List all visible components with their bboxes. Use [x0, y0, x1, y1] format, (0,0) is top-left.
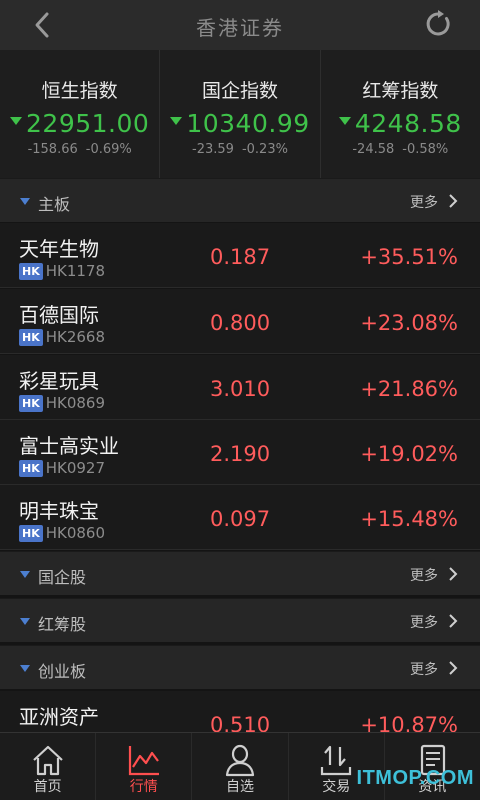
stock-change: +21.86% [360, 377, 458, 401]
more-link[interactable]: 更多 [410, 565, 438, 585]
section-label: 主板 [38, 195, 71, 214]
person-icon [225, 744, 255, 777]
more-link[interactable]: 更多 [410, 192, 438, 212]
section-label: 红筹股 [38, 615, 87, 634]
stock-name: 百德国际 [19, 303, 99, 327]
index-change: -158.66 -0.69% [27, 142, 132, 157]
tab-watchlist[interactable]: 自选 [191, 733, 287, 800]
home-icon [32, 745, 63, 776]
section-header-gem[interactable]: 创业板 更多 [0, 645, 480, 689]
index-value: 4248.58 [321, 109, 480, 138]
down-triangle-icon [338, 117, 351, 125]
hk-badge: HK [19, 459, 43, 477]
section-label: 创业板 [38, 662, 87, 681]
more-link[interactable]: 更多 [410, 659, 438, 679]
trade-icon [321, 745, 352, 776]
watermark-text: ITMOP.COM [356, 767, 474, 789]
stock-code: HK HK1178 [19, 262, 105, 280]
collapse-triangle-icon [20, 665, 30, 672]
index-panel: 恒生指数 22951.00 -158.66 -0.69% 国企指数 10340.9… [0, 50, 480, 178]
tab-label: 行情 [129, 779, 158, 795]
stock-name: 亚洲资产 [19, 705, 99, 729]
stock-price: 2.190 [210, 442, 271, 466]
chevron-right-icon [449, 661, 458, 675]
index-name: 红筹指数 [362, 80, 439, 102]
stock-code: HK HK0869 [19, 394, 105, 412]
stock-name: 富士高实业 [19, 434, 119, 458]
index-card-hscei[interactable]: 国企指数 10340.99 -23.59 -0.23% [159, 50, 319, 178]
stock-change: +35.51% [360, 245, 458, 269]
more-link[interactable]: 更多 [410, 612, 438, 632]
stock-price: 0.097 [210, 507, 271, 531]
stock-row[interactable]: 富士高实业 HK HK0927 2.190 +19.02% [0, 420, 480, 485]
section-header-main-board[interactable]: 主板 更多 [0, 178, 480, 222]
chevron-right-icon [449, 614, 458, 628]
stock-name: 彩星玩具 [19, 369, 99, 393]
stock-row[interactable]: 明丰珠宝 HK HK0860 0.097 +15.48% [0, 485, 480, 550]
tab-home[interactable]: 首页 [0, 733, 95, 800]
stock-code: HK HK0927 [19, 459, 105, 477]
hk-badge: HK [19, 328, 43, 346]
stock-name: 天年生物 [19, 237, 99, 261]
tab-label: 首页 [33, 779, 62, 795]
collapse-triangle-icon [20, 618, 30, 625]
stock-price: 0.187 [210, 245, 271, 269]
hk-badge: HK [19, 524, 43, 542]
top-bar: 香港证券 [0, 0, 480, 50]
chart-icon [128, 746, 159, 776]
index-name: 恒生指数 [41, 80, 118, 102]
stock-price: 3.010 [210, 377, 271, 401]
section-header-red-chips[interactable]: 红筹股 更多 [0, 598, 480, 642]
section-label: 国企股 [38, 568, 87, 587]
index-name: 国企指数 [201, 80, 278, 102]
index-value: 22951.00 [0, 109, 159, 138]
stock-price: 0.800 [210, 311, 271, 335]
index-card-redchip[interactable]: 红筹指数 4248.58 -24.58 -0.58% [319, 50, 480, 178]
index-change: -23.59 -0.23% [192, 142, 288, 157]
collapse-triangle-icon [20, 198, 30, 205]
page-title: 香港证券 [196, 16, 284, 40]
index-value: 10340.99 [160, 109, 319, 138]
index-change: -24.58 -0.58% [352, 142, 449, 157]
stock-change: +15.48% [360, 507, 458, 531]
index-card-hsi[interactable]: 恒生指数 22951.00 -158.66 -0.69% [0, 50, 159, 178]
stock-name: 明丰珠宝 [19, 499, 99, 523]
hk-badge: HK [19, 262, 43, 280]
stock-row[interactable]: 百德国际 HK HK2668 0.800 +23.08% [0, 289, 480, 354]
chevron-right-icon [449, 567, 458, 581]
hk-badge: HK [19, 394, 43, 412]
down-triangle-icon [170, 117, 183, 125]
stock-code: HK HK2668 [19, 328, 105, 346]
refresh-icon[interactable] [424, 9, 454, 39]
section-header-h-shares[interactable]: 国企股 更多 [0, 551, 480, 595]
collapse-triangle-icon [20, 571, 30, 578]
tab-label: 自选 [226, 779, 254, 795]
chevron-right-icon [449, 194, 458, 208]
stock-change: +23.08% [360, 311, 458, 335]
stock-row[interactable]: 彩星玩具 HK HK0869 3.010 +21.86% [0, 355, 480, 420]
stock-code: HK HK0860 [19, 524, 105, 542]
tab-market[interactable]: 行情 [95, 733, 191, 800]
down-triangle-icon [10, 117, 23, 125]
stock-row[interactable]: 天年生物 HK HK1178 0.187 +35.51% [0, 223, 480, 288]
stock-change: +19.02% [360, 442, 458, 466]
